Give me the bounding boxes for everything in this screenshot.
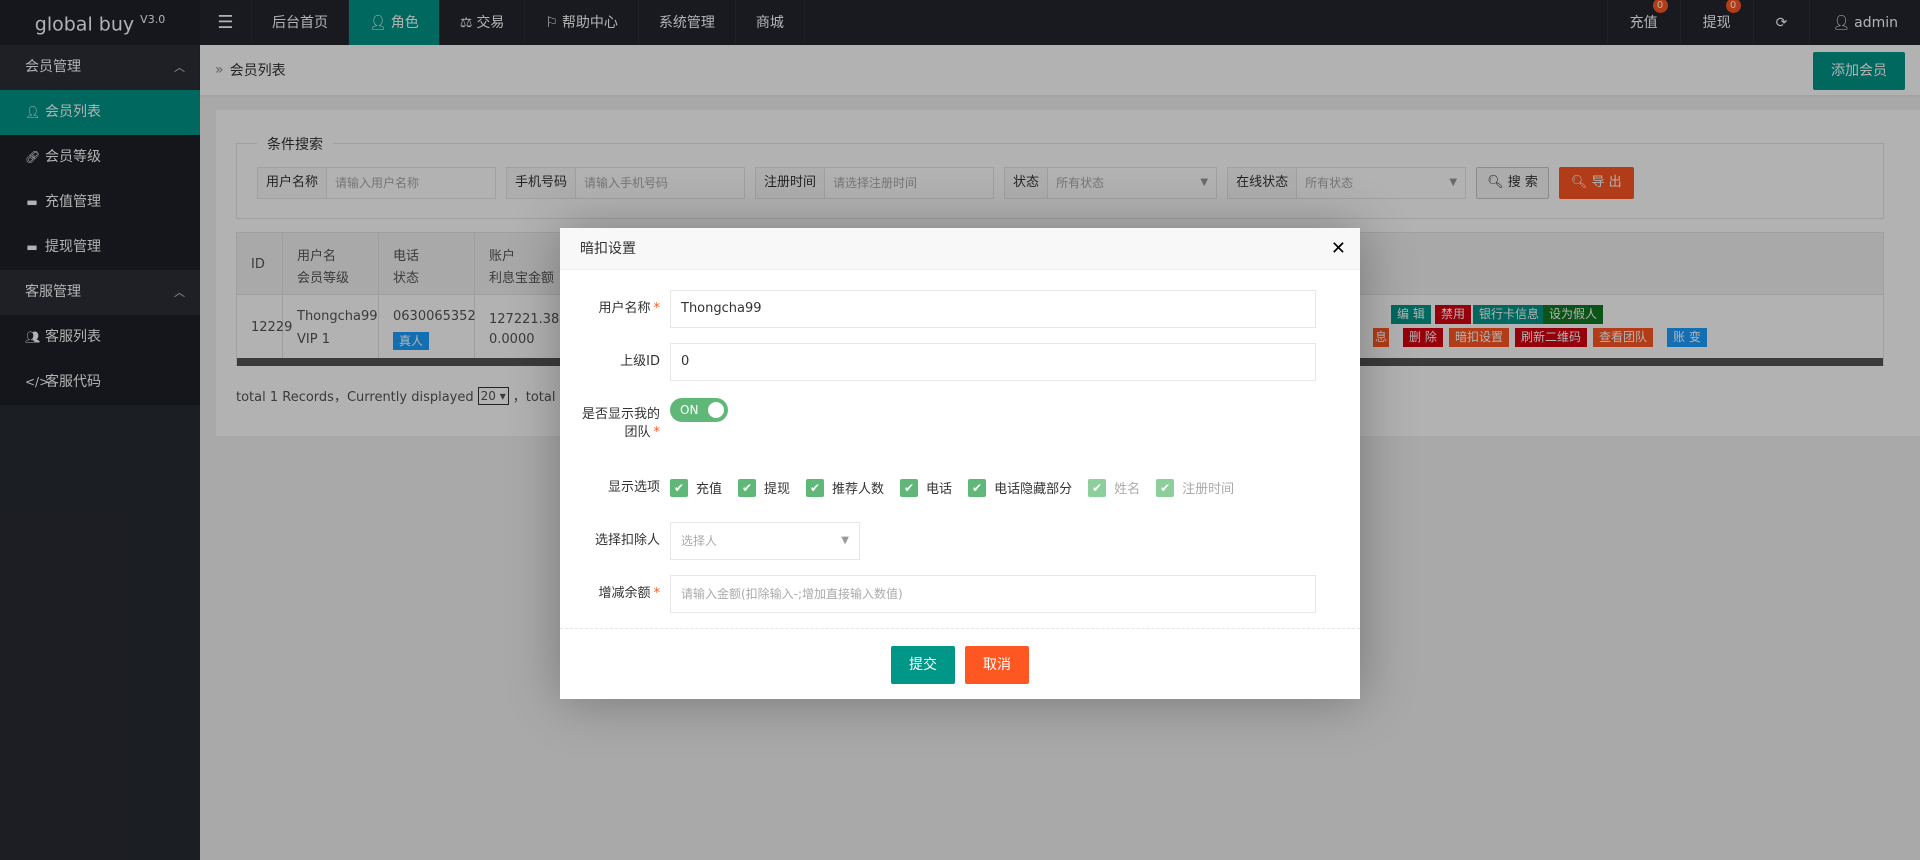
display-options: ✔ 充值 ✔ 提现 ✔ 推荐人数 ✔ 电话 ✔ 电话隐藏部分 ✔ 姓名 ✔ 注册时间 — [670, 478, 1250, 497]
show-team-label: 是否显示我的团队 * — [581, 407, 660, 440]
amount-label: 增减余额 * — [598, 586, 660, 601]
caret-down-icon: ▼ — [841, 535, 849, 546]
option-label: 充值 — [696, 482, 723, 497]
toggle-label: ON — [680, 403, 699, 417]
amount-input[interactable]: 请输入金额(扣除输入-;增加直接输入数值) — [670, 575, 1316, 613]
toggle-knob — [708, 402, 724, 418]
label-text: 增减余额 — [598, 586, 651, 601]
form-row-team: 是否显示我的团队 * ON — [560, 398, 728, 442]
check-icon: ✔ — [1088, 478, 1107, 497]
check-icon: ✔ — [670, 478, 688, 497]
check-icon: ✔ — [806, 478, 825, 497]
deductor-select[interactable]: 选择人 ▼ — [670, 522, 860, 560]
option-phone-hidden-checkbox[interactable]: ✔ 电话隐藏部分 — [968, 478, 1072, 497]
cancel-button[interactable]: 取消 — [965, 646, 1029, 684]
check-icon: ✔ — [1156, 478, 1175, 497]
label-text: 用户名称 — [598, 301, 651, 316]
label-text: 是否显示我的团队 — [581, 407, 660, 440]
option-label: 姓名 — [1114, 482, 1141, 497]
parent-id-label: 上级ID — [620, 354, 660, 369]
option-label: 电话隐藏部分 — [994, 482, 1073, 497]
deductor-label: 选择扣除人 — [594, 533, 660, 548]
option-withdraw-checkbox[interactable]: ✔ 提现 — [738, 478, 790, 497]
show-team-toggle[interactable]: ON — [670, 398, 728, 422]
username-field[interactable]: Thongcha99 — [670, 290, 1316, 328]
option-referrals-checkbox[interactable]: ✔ 推荐人数 — [806, 478, 884, 497]
option-label: 提现 — [764, 482, 791, 497]
dialog-footer: 提交 取消 — [560, 628, 1360, 699]
deductor-placeholder: 选择人 — [681, 534, 718, 548]
form-row-amount: 增减余额 * 请输入金额(扣除输入-;增加直接输入数值) — [560, 575, 1316, 613]
check-icon: ✔ — [968, 478, 987, 497]
check-icon: ✔ — [900, 478, 919, 497]
submit-button[interactable]: 提交 — [891, 646, 955, 684]
dialog-title: 暗扣设置 — [580, 241, 636, 257]
display-options-label: 显示选项 — [607, 479, 660, 495]
check-icon: ✔ — [738, 478, 757, 497]
parent-id-field[interactable]: 0 — [670, 343, 1316, 381]
option-phone-checkbox[interactable]: ✔ 电话 — [900, 478, 952, 497]
form-row-options: 显示选项 ✔ 充值 ✔ 提现 ✔ 推荐人数 ✔ 电话 ✔ 电话隐藏部分 ✔ 姓名 ✔ 注册时间 — [560, 478, 1250, 497]
form-row-parent: 上级ID 0 — [560, 343, 1316, 381]
option-label: 电话 — [926, 482, 953, 497]
dialog-header: 暗扣设置 ✕ — [560, 228, 1360, 270]
option-name-checkbox[interactable]: ✔ 姓名 — [1088, 478, 1140, 497]
option-regtime-checkbox[interactable]: ✔ 注册时间 — [1156, 478, 1234, 497]
close-icon[interactable]: ✕ — [1331, 228, 1346, 270]
form-row-deductor: 选择扣除人 选择人 ▼ — [560, 522, 860, 560]
deduct-settings-dialog: 暗扣设置 ✕ 用户名称 * Thongcha99 上级ID 0 是否显示我的团队 *… — [560, 228, 1360, 699]
form-row-username: 用户名称 * Thongcha99 — [560, 290, 1316, 328]
option-recharge-checkbox[interactable]: ✔ 充值 — [670, 478, 722, 497]
option-label: 注册时间 — [1182, 482, 1235, 497]
option-label: 推荐人数 — [832, 482, 885, 497]
username-label: 用户名称 * — [598, 301, 660, 316]
